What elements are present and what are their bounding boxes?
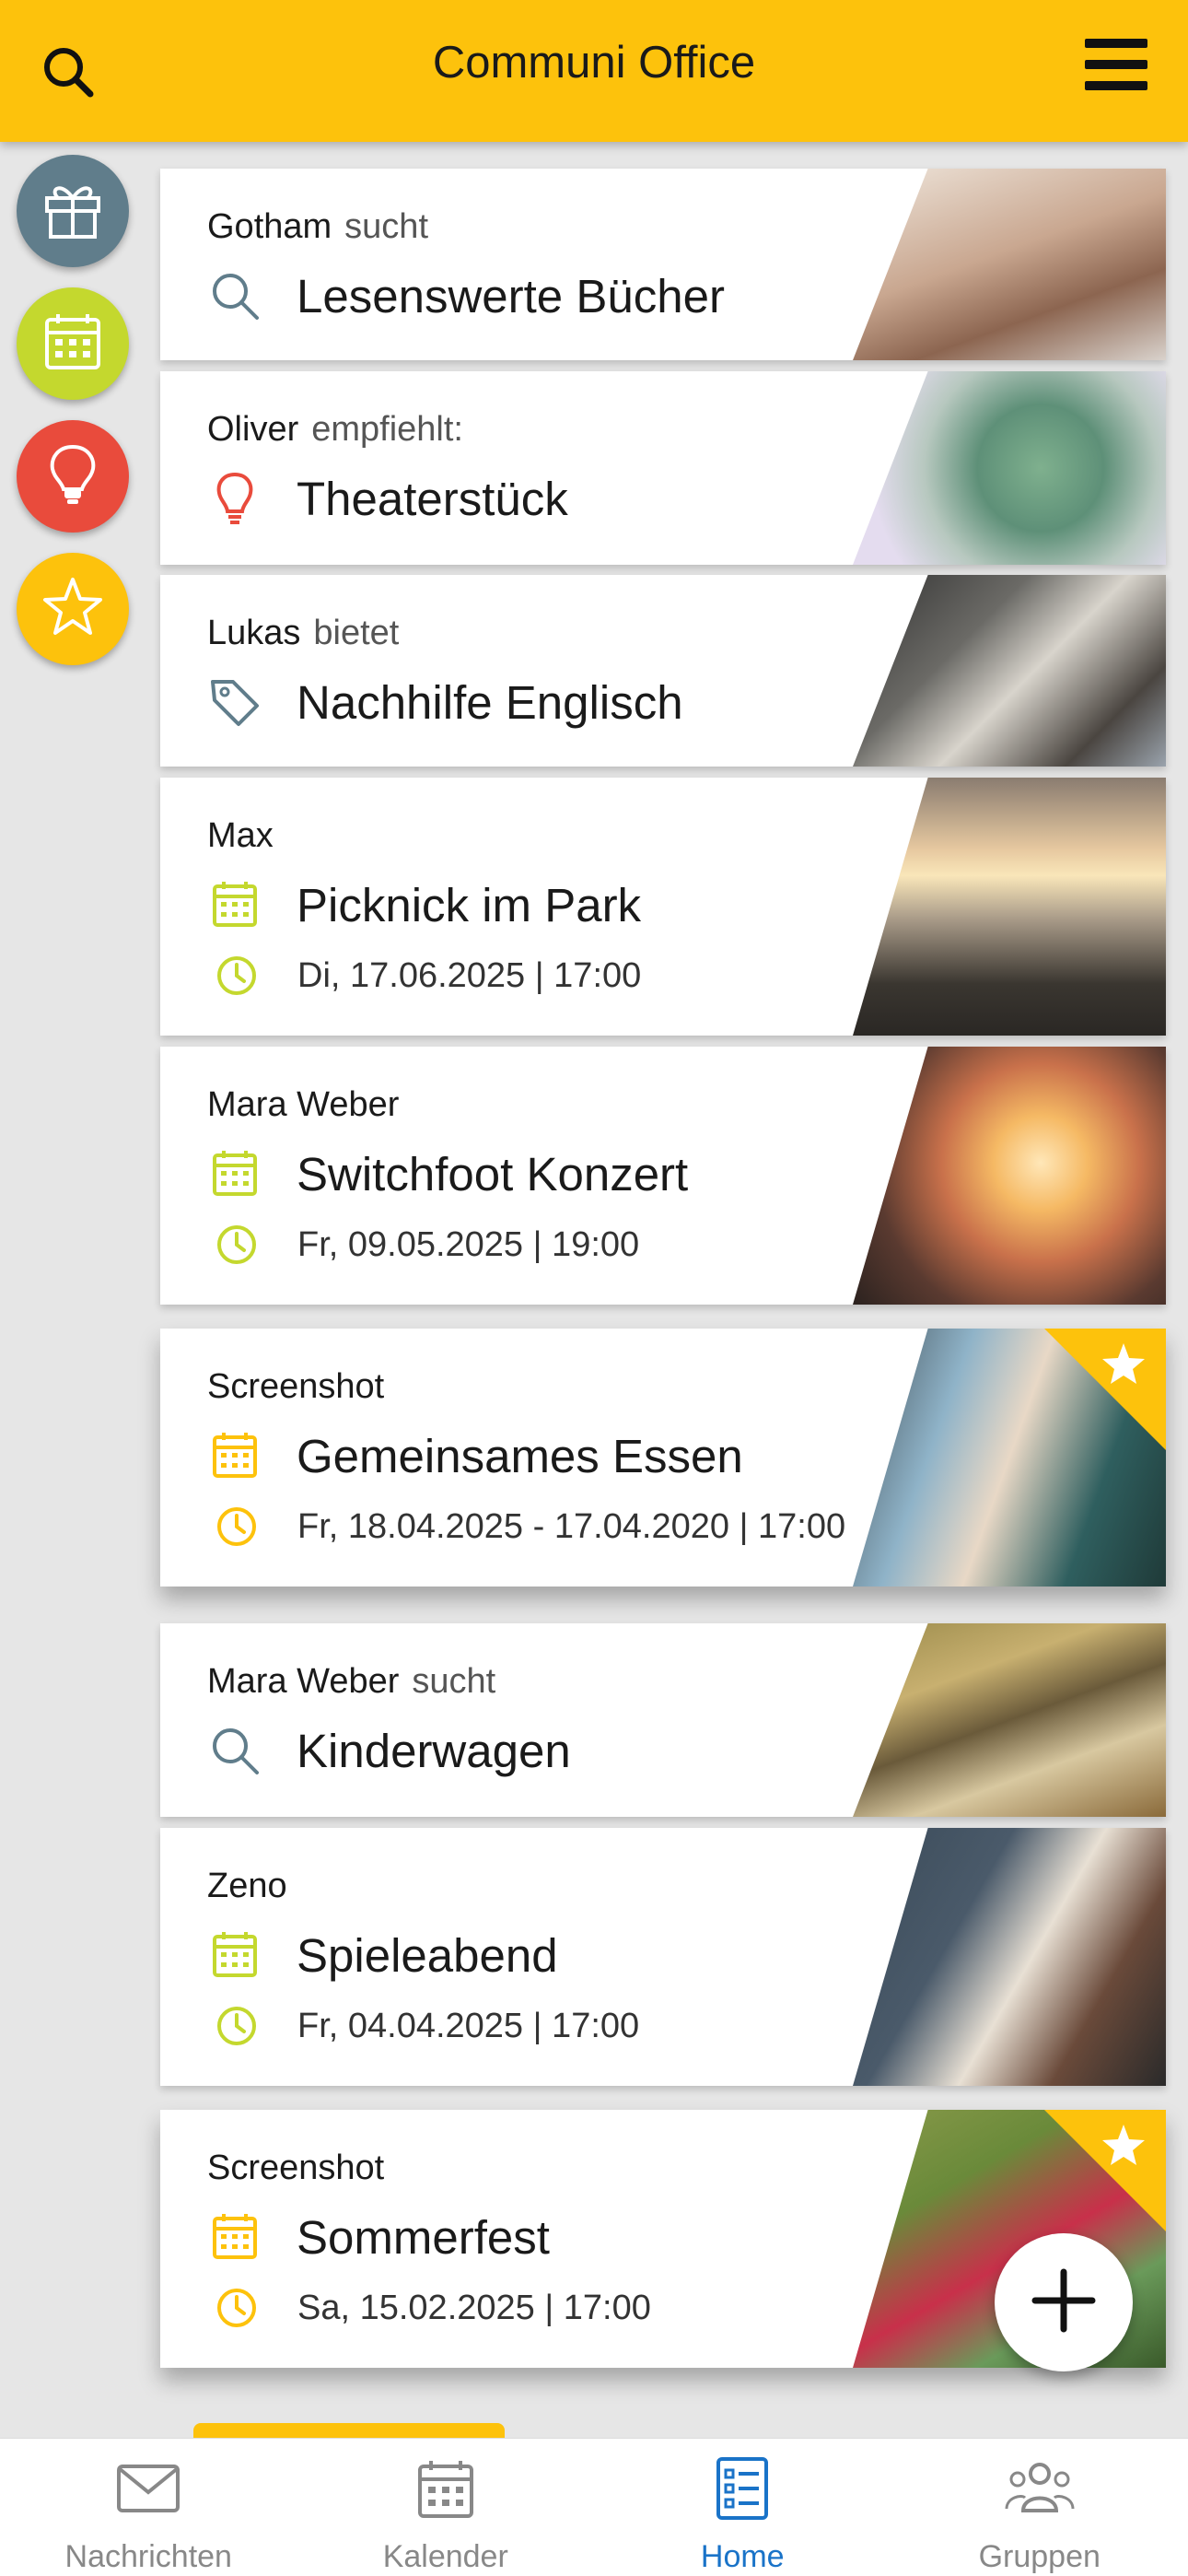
clock-icon xyxy=(215,1505,259,1549)
card-image xyxy=(853,169,1166,360)
card-user: Screenshot xyxy=(207,1367,385,1406)
nav-messages-label: Nachrichten xyxy=(64,2539,232,2574)
card-title: Gemeinsames Essen xyxy=(297,1429,743,1482)
clock-icon xyxy=(215,2004,259,2048)
card-image xyxy=(853,1047,1166,1305)
card-action: bietet xyxy=(313,614,400,652)
mail-icon xyxy=(113,2457,183,2539)
app-title: Communi Office xyxy=(432,38,756,88)
card-date: Sa, 15.02.2025 | 17:00 xyxy=(297,2288,651,2327)
calendar-icon xyxy=(207,1146,262,1201)
card-title: Sommerfest xyxy=(297,2210,550,2264)
lightbulb-icon xyxy=(207,471,262,526)
feed-card[interactable]: Screenshot Gemeinsames Essen Fr, 18.04.2… xyxy=(160,1329,1166,1587)
card-title: Kinderwagen xyxy=(297,1724,571,1777)
card-title: Nachhilfe Englisch xyxy=(297,675,683,729)
list-icon xyxy=(707,2457,777,2539)
card-action: empfiehlt: xyxy=(311,410,463,449)
category-favorites-button[interactable] xyxy=(17,553,129,665)
feed-card[interactable]: Gotham sucht Lesenswerte Bücher xyxy=(160,169,1166,360)
gift-icon xyxy=(40,176,106,247)
nav-calendar[interactable]: Kalender xyxy=(297,2439,595,2576)
card-title: Spieleabend xyxy=(297,1928,558,1982)
feed-card[interactable]: Oliver empfiehlt: Theaterstück xyxy=(160,371,1166,565)
card-title: Switchfoot Konzert xyxy=(297,1147,689,1200)
calendar-icon xyxy=(207,2209,262,2265)
bottom-nav: Nachrichten Kalender Home Gruppen xyxy=(0,2438,1188,2576)
card-user: Gotham xyxy=(207,207,332,246)
card-action: sucht xyxy=(344,207,428,246)
search-icon xyxy=(207,1723,262,1778)
app-header: Communi Office xyxy=(0,0,1188,142)
card-image xyxy=(853,371,1166,565)
card-action: sucht xyxy=(412,1662,496,1701)
card-date: Fr, 18.04.2025 - 17.04.2020 | 17:00 xyxy=(297,1506,846,1546)
favorite-star-icon xyxy=(1044,1329,1166,1450)
card-user: Mara Weber xyxy=(207,1085,400,1124)
nav-home-label: Home xyxy=(700,2539,785,2574)
feed-card[interactable]: Mara Weber Switchfoot Konzert Fr, 09.05.… xyxy=(160,1047,1166,1305)
card-user: Max xyxy=(207,816,274,855)
card-user: Zeno xyxy=(207,1867,287,1905)
menu-icon[interactable] xyxy=(1083,35,1149,94)
nav-groups-label: Gruppen xyxy=(978,2539,1101,2574)
tag-icon xyxy=(207,674,262,730)
feed-card[interactable]: Zeno Spieleabend Fr, 04.04.2025 | 17:00 xyxy=(160,1828,1166,2086)
nav-groups[interactable]: Gruppen xyxy=(891,2439,1188,2576)
card-date: Fr, 04.04.2025 | 17:00 xyxy=(297,2006,640,2045)
feed-card[interactable]: Mara Weber sucht Kinderwagen xyxy=(160,1623,1166,1817)
card-user: Screenshot xyxy=(207,2149,385,2187)
nav-messages[interactable]: Nachrichten xyxy=(0,2439,297,2576)
nav-home[interactable]: Home xyxy=(594,2439,891,2576)
card-user: Mara Weber xyxy=(207,1662,400,1701)
card-image xyxy=(853,575,1166,767)
add-button[interactable] xyxy=(995,2233,1133,2371)
feed-card[interactable]: Max Picknick im Park Di, 17.06.2025 | 17… xyxy=(160,778,1166,1036)
calendar-icon xyxy=(207,1927,262,1983)
search-icon xyxy=(207,268,262,323)
category-calendar-button[interactable] xyxy=(17,287,129,400)
clock-icon xyxy=(215,1223,259,1267)
card-title: Theaterstück xyxy=(297,472,568,525)
card-image xyxy=(853,1623,1166,1817)
favorite-star-icon xyxy=(1044,2110,1166,2231)
feed-card[interactable]: Lukas bietet Nachhilfe Englisch xyxy=(160,575,1166,767)
card-user: Oliver xyxy=(207,410,299,449)
category-idea-button[interactable] xyxy=(17,420,129,533)
lightbulb-icon xyxy=(40,441,106,512)
calendar-icon xyxy=(411,2457,481,2539)
clock-icon xyxy=(215,2286,259,2330)
group-icon xyxy=(1005,2457,1075,2539)
star-icon xyxy=(40,574,106,645)
nav-calendar-label: Kalender xyxy=(382,2539,508,2574)
card-date: Fr, 09.05.2025 | 19:00 xyxy=(297,1224,640,1264)
card-title: Lesenswerte Bücher xyxy=(297,269,725,322)
card-date: Di, 17.06.2025 | 17:00 xyxy=(297,955,642,995)
card-image xyxy=(853,778,1166,1036)
card-image xyxy=(853,1828,1166,2086)
category-gift-button[interactable] xyxy=(17,155,129,267)
clock-icon xyxy=(215,954,259,998)
plus-icon xyxy=(1031,2268,1096,2337)
calendar-icon xyxy=(207,877,262,932)
calendar-icon xyxy=(207,1428,262,1483)
calendar-icon xyxy=(40,309,106,380)
card-user: Lukas xyxy=(207,614,301,652)
card-title: Picknick im Park xyxy=(297,878,642,931)
